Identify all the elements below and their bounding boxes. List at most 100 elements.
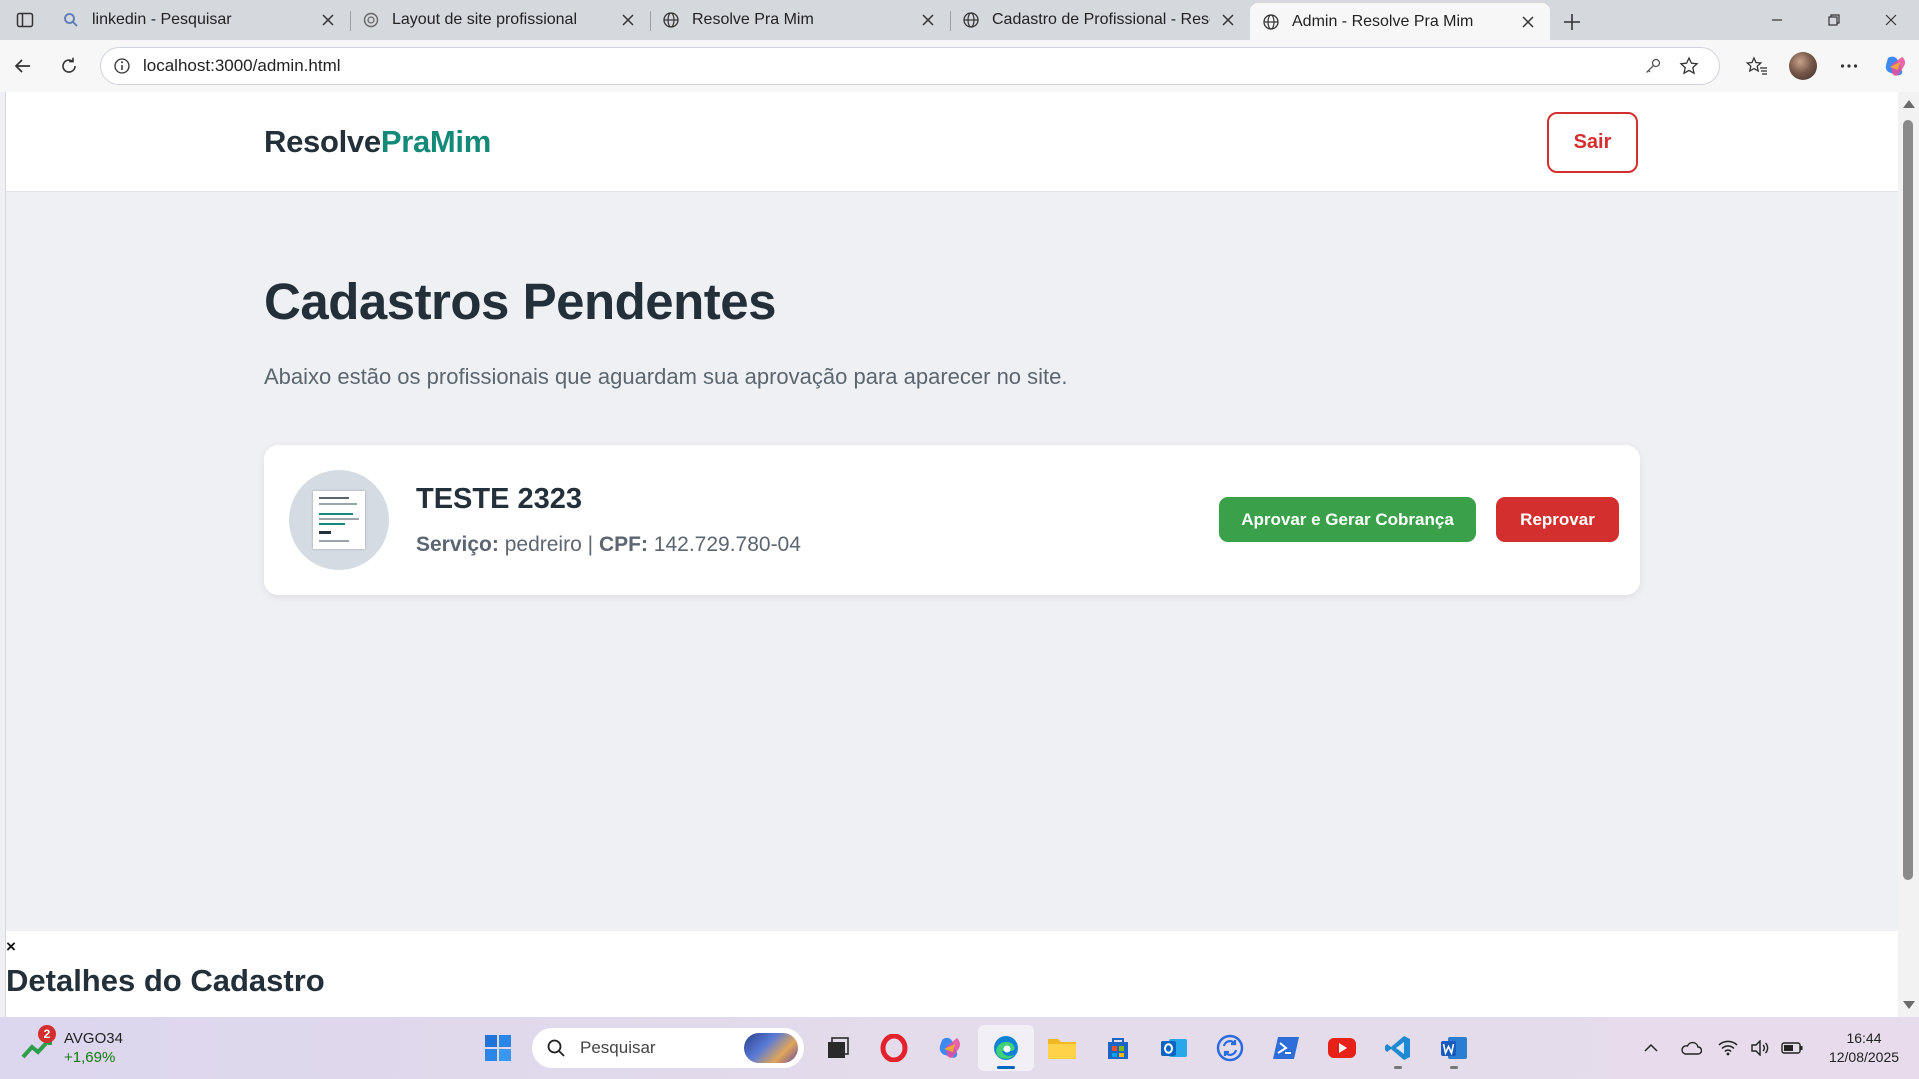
copilot-button[interactable] (1872, 46, 1918, 86)
close-icon (322, 14, 334, 26)
sync-icon (1216, 1034, 1244, 1062)
close-tab-button[interactable] (318, 10, 338, 30)
stock-symbol: AVGO34 (64, 1030, 123, 1047)
taskbar-search[interactable]: Pesquisar (532, 1028, 804, 1068)
tab-layout-site[interactable]: Layout de site profissional (350, 3, 650, 37)
close-icon (622, 14, 634, 26)
taskbar-task-view[interactable] (810, 1025, 866, 1071)
tab-title: Cadastro de Profissional - Resolve Pra M… (992, 11, 1210, 28)
page-title: Cadastros Pendentes (264, 273, 777, 330)
taskbar-youtube[interactable] (1314, 1025, 1370, 1071)
vertical-scrollbar[interactable] (1898, 92, 1919, 1017)
reload-button[interactable] (46, 46, 92, 86)
windows-taskbar: 2 AVGO34 +1,69% Pesquisar 16:44 12/08/20… (0, 1017, 1919, 1079)
address-bar[interactable]: localhost:3000/admin.html (100, 47, 1720, 85)
cloud-icon (1681, 1041, 1702, 1055)
scrollbar-thumb[interactable] (1903, 120, 1913, 880)
browser-toolbar: localhost:3000/admin.html (0, 40, 1919, 92)
cpf-label: CPF: (598, 533, 648, 556)
close-tab-button[interactable] (1518, 12, 1538, 32)
pending-professional-card: TESTE 2323 Serviço: pedreiro | CPF: 142.… (264, 445, 1640, 595)
taskbar-vscode[interactable] (1370, 1025, 1426, 1071)
key-icon (1646, 58, 1661, 73)
battery-button[interactable] (1775, 1028, 1809, 1068)
stock-widget[interactable]: 2 AVGO34 +1,69% (20, 1025, 123, 1067)
close-tab-button[interactable] (618, 10, 638, 30)
windows-logo-icon (485, 1035, 511, 1061)
wifi-icon (1718, 1040, 1738, 1056)
scroll-down-arrow-icon[interactable] (1903, 1001, 1915, 1009)
favorites-button[interactable] (1734, 46, 1780, 86)
chevron-up-icon (1644, 1043, 1658, 1052)
logo-part-pramim: PraMim (380, 124, 491, 159)
copilot-icon (1885, 56, 1906, 76)
volume-icon (1751, 1040, 1769, 1056)
logout-button[interactable]: Sair (1547, 112, 1638, 173)
page-subtitle: Abaixo estão os profissionais que aguard… (264, 364, 1068, 389)
meta-separator: | (587, 533, 594, 556)
reject-button[interactable]: Reprovar (1496, 497, 1619, 542)
tab-title: Resolve Pra Mim (692, 11, 814, 28)
powershell-icon (1273, 1037, 1299, 1059)
scroll-up-arrow-icon[interactable] (1903, 100, 1915, 108)
close-details-button[interactable]: × (6, 938, 22, 955)
word-icon (1441, 1037, 1467, 1059)
tab-actions-button[interactable] (0, 0, 50, 40)
taskbar-word[interactable] (1426, 1025, 1482, 1071)
password-key-button[interactable] (1635, 51, 1671, 81)
professional-document-thumbnail[interactable] (289, 470, 389, 570)
start-button[interactable] (470, 1025, 526, 1071)
clock-button[interactable]: 16:44 12/08/2025 (1809, 1028, 1919, 1068)
url-text: localhost:3000/admin.html (143, 56, 341, 75)
taskbar-store[interactable] (1090, 1025, 1146, 1071)
close-window-button[interactable] (1862, 0, 1919, 40)
restore-button[interactable] (1805, 0, 1862, 40)
profile-button[interactable] (1780, 46, 1826, 86)
back-button[interactable] (0, 46, 46, 86)
clock-time: 16:44 (1846, 1030, 1882, 1046)
taskbar-outlook[interactable] (1146, 1025, 1202, 1071)
tab-title: Admin - Resolve Pra Mim (1292, 12, 1474, 30)
site-logo[interactable]: ResolvePraMim (264, 124, 491, 160)
taskbar-opera[interactable] (866, 1025, 922, 1071)
minimize-button[interactable] (1748, 0, 1805, 40)
tab-admin-resolve-pra-mim[interactable]: Admin - Resolve Pra Mim (1250, 3, 1550, 40)
notification-badge: 2 (38, 1025, 56, 1043)
new-tab-button[interactable] (1550, 3, 1594, 40)
service-label: Serviço: (416, 533, 499, 556)
taskbar-file-explorer[interactable] (1034, 1025, 1090, 1071)
logo-part-resolve: Resolve (264, 124, 381, 159)
taskbar-sync-app[interactable] (1202, 1025, 1258, 1071)
wifi-button[interactable] (1711, 1028, 1745, 1068)
browser-tab-strip: linkedin - Pesquisar Layout de site prof… (0, 0, 1919, 40)
taskbar-powershell[interactable] (1258, 1025, 1314, 1071)
tab-title: linkedin - Pesquisar (92, 11, 232, 28)
close-tab-button[interactable] (918, 10, 938, 30)
plus-icon (1564, 13, 1580, 30)
onedrive-button[interactable] (1671, 1028, 1711, 1068)
info-icon[interactable] (113, 57, 131, 75)
opera-icon (880, 1034, 908, 1062)
tab-cadastro-profissional[interactable]: Cadastro de Profissional - Resolve Pra M… (950, 3, 1250, 37)
system-tray: 16:44 12/08/2025 (1631, 1017, 1919, 1079)
tab-linkedin-search[interactable]: linkedin - Pesquisar (50, 3, 350, 37)
tab-resolve-pra-mim[interactable]: Resolve Pra Mim (650, 3, 950, 37)
taskbar-copilot[interactable] (922, 1025, 978, 1071)
folder-icon (1048, 1039, 1076, 1059)
approve-and-charge-button[interactable]: Aprovar e Gerar Cobrança (1219, 497, 1476, 542)
cpf-value: 142.729.780-04 (653, 533, 801, 556)
taskbar-edge[interactable] (978, 1025, 1034, 1071)
favorite-star-button[interactable] (1671, 51, 1707, 81)
clock-date: 12/08/2025 (1828, 1049, 1900, 1065)
settings-menu-button[interactable] (1826, 46, 1872, 86)
window-controls (1748, 0, 1919, 40)
professional-meta: Serviço: pedreiro | CPF: 142.729.780-04 (416, 533, 801, 557)
professional-name: TESTE 2323 (416, 483, 583, 515)
store-icon (1108, 1038, 1128, 1059)
service-value: pedreiro (504, 533, 582, 556)
close-tab-button[interactable] (1218, 10, 1238, 30)
volume-button[interactable] (1745, 1028, 1775, 1068)
globe-icon (963, 12, 979, 28)
globe-icon (663, 12, 679, 28)
show-hidden-icons-button[interactable] (1631, 1028, 1671, 1068)
